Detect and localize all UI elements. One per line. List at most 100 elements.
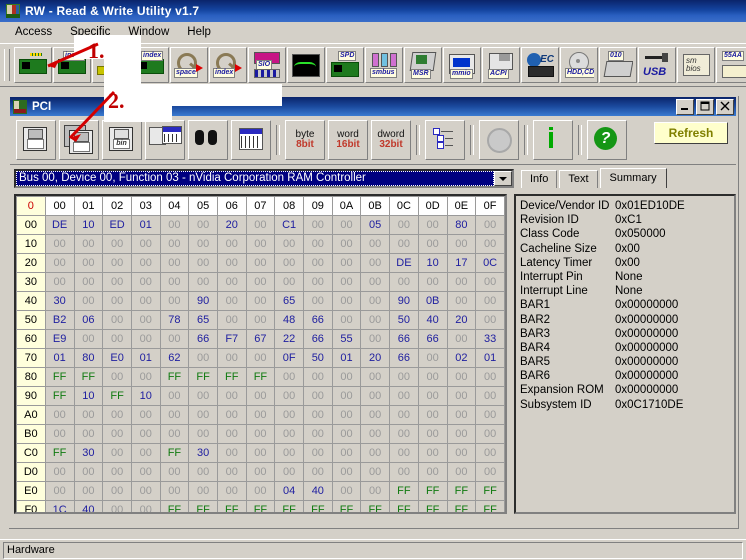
menu-item-help[interactable]: Help — [178, 24, 220, 40]
hex-cell[interactable]: 00 — [360, 424, 390, 444]
hex-cell[interactable]: 00 — [216, 272, 247, 292]
hex-cell[interactable]: FF — [475, 481, 505, 501]
hex-cell[interactable]: 78 — [159, 310, 190, 330]
hex-cell[interactable]: 00 — [331, 443, 362, 463]
hex-cell[interactable]: 00 — [360, 405, 390, 425]
hex-cell[interactable]: FF — [302, 500, 333, 512]
hex-cell[interactable]: 00 — [417, 443, 448, 463]
hex-cell[interactable]: 00 — [446, 462, 477, 482]
hex-cell[interactable]: 00 — [131, 234, 161, 254]
hex-cell[interactable]: FF — [331, 500, 362, 512]
hex-cell[interactable]: 40 — [73, 500, 104, 512]
hex-cell[interactable]: FF — [44, 386, 75, 406]
hex-cell[interactable]: FF — [360, 500, 390, 512]
hex-cell[interactable]: 00 — [274, 405, 304, 425]
hex-cell[interactable]: 00 — [216, 253, 247, 273]
hex-cell[interactable]: 00 — [216, 424, 247, 444]
hex-cell[interactable]: 00 — [73, 329, 104, 349]
toolbar-button-rom-55aa[interactable]: 55AA — [716, 47, 746, 83]
refresh-button[interactable]: Refresh — [654, 122, 728, 144]
hex-cell[interactable]: 10 — [73, 386, 104, 406]
minimize-button[interactable] — [676, 98, 694, 115]
hex-cell[interactable]: 06 — [73, 310, 104, 330]
hex-cell[interactable]: 00 — [245, 481, 276, 501]
hex-cell[interactable]: 00 — [331, 291, 362, 311]
hex-cell[interactable]: FF — [245, 367, 276, 387]
byte-mode-button[interactable]: byte 8bit — [285, 120, 325, 160]
hex-cell[interactable]: 02 — [446, 348, 477, 368]
hex-cell[interactable]: 00 — [475, 310, 505, 330]
hex-cell[interactable]: 00 — [159, 291, 190, 311]
hex-cell[interactable]: 10 — [73, 215, 104, 235]
hex-cell[interactable]: 00 — [331, 481, 362, 501]
hex-cell[interactable]: 00 — [102, 367, 133, 387]
word-mode-button[interactable]: word 16bit — [328, 120, 368, 160]
export-button[interactable] — [145, 120, 185, 160]
hex-cell[interactable]: 00 — [446, 443, 477, 463]
hex-cell[interactable]: 00 — [446, 234, 477, 254]
hex-cell[interactable]: 00 — [73, 405, 104, 425]
hex-cell[interactable]: 00 — [188, 234, 218, 254]
toolbar-button-spd[interactable]: SPD — [326, 47, 364, 83]
hex-cell[interactable]: 00 — [131, 481, 161, 501]
hex-cell[interactable]: 00 — [417, 272, 448, 292]
hex-cell[interactable]: 00 — [245, 253, 276, 273]
tree-view-button[interactable] — [425, 120, 465, 160]
hex-cell[interactable]: 00 — [274, 462, 304, 482]
hex-cell[interactable]: FF — [188, 367, 218, 387]
hex-cell[interactable]: 00 — [188, 272, 218, 292]
tab-summary[interactable]: Summary — [599, 168, 667, 188]
hex-cell[interactable]: 00 — [102, 405, 133, 425]
hex-cell[interactable]: 1C — [44, 500, 75, 512]
hex-cell[interactable]: 67 — [245, 329, 276, 349]
hex-cell[interactable]: 00 — [102, 500, 133, 512]
hex-cell[interactable]: 00 — [302, 291, 333, 311]
hex-cell[interactable]: 00 — [131, 310, 161, 330]
toolbar-button-floppy-010[interactable]: 010 — [599, 47, 637, 83]
hex-cell[interactable]: 00 — [360, 462, 390, 482]
hex-cell[interactable]: 33 — [475, 329, 505, 349]
hex-cell[interactable]: 00 — [102, 291, 133, 311]
hex-cell[interactable]: 00 — [102, 481, 133, 501]
toolbar-grip[interactable] — [4, 49, 10, 81]
hex-cell[interactable]: 00 — [188, 462, 218, 482]
hex-cell[interactable]: 00 — [475, 462, 505, 482]
hex-cell[interactable]: 20 — [216, 215, 247, 235]
help-button[interactable]: ? — [587, 120, 627, 160]
hex-cell[interactable]: 00 — [245, 405, 276, 425]
hex-cell[interactable]: 00 — [216, 386, 247, 406]
hex-cell[interactable]: 00 — [417, 462, 448, 482]
hex-cell[interactable]: 65 — [274, 291, 304, 311]
hex-cell[interactable]: 00 — [245, 462, 276, 482]
hex-cell[interactable]: 00 — [331, 234, 362, 254]
toolbar-button-smbus[interactable]: smbus — [365, 47, 403, 83]
hex-cell[interactable]: 00 — [417, 386, 448, 406]
hex-cell[interactable]: 00 — [131, 424, 161, 444]
hex-cell[interactable]: 00 — [417, 234, 448, 254]
hex-cell[interactable]: 00 — [131, 291, 161, 311]
hex-cell[interactable]: 01 — [131, 215, 161, 235]
hex-cell[interactable]: 00 — [360, 272, 390, 292]
hex-cell[interactable]: 90 — [389, 291, 419, 311]
hex-cell[interactable]: 00 — [245, 348, 276, 368]
hex-cell[interactable]: 00 — [475, 405, 505, 425]
hex-cell[interactable]: DE — [44, 215, 75, 235]
hex-cell[interactable]: 00 — [131, 329, 161, 349]
hex-cell[interactable]: 00 — [475, 272, 505, 292]
hex-cell[interactable]: 00 — [475, 424, 505, 444]
chevron-down-icon[interactable] — [494, 171, 512, 186]
hex-cell[interactable]: 00 — [274, 234, 304, 254]
hex-cell[interactable]: 01 — [131, 348, 161, 368]
hex-cell[interactable]: 66 — [302, 310, 333, 330]
hex-cell[interactable]: 00 — [245, 310, 276, 330]
hex-cell[interactable]: FF — [389, 500, 419, 512]
hex-cell[interactable]: 00 — [131, 367, 161, 387]
hex-cell[interactable]: 00 — [417, 424, 448, 444]
hex-cell[interactable]: 00 — [216, 291, 247, 311]
hex-cell[interactable]: FF — [188, 500, 218, 512]
hex-cell[interactable]: 00 — [159, 234, 190, 254]
hex-cell[interactable]: 00 — [475, 291, 505, 311]
hex-cell[interactable]: 00 — [159, 386, 190, 406]
hex-cell[interactable]: 00 — [417, 215, 448, 235]
menu-item-access[interactable]: Access — [6, 24, 61, 40]
